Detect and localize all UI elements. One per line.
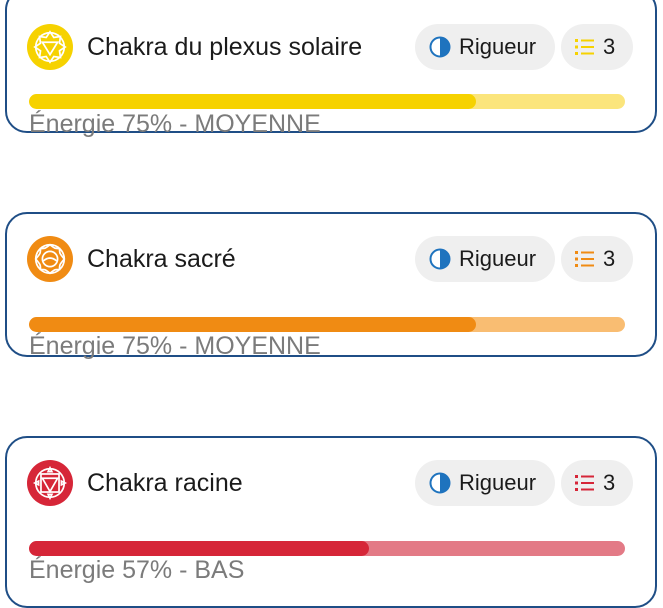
rigor-label: Rigueur [459, 470, 537, 495]
list-count: 3 [603, 34, 616, 59]
energy-status: Énergie 75% - MOYENNE [29, 110, 321, 138]
card-header: Chakra du plexus solaire Rigueur 3 [27, 23, 633, 71]
energy-status: Énergie 75% - MOYENNE [29, 332, 321, 360]
rigor-button[interactable]: Rigueur [415, 236, 555, 282]
card-title: Chakra sacré [87, 244, 236, 273]
list-icon [575, 475, 594, 491]
card-title: Chakra racine [87, 468, 243, 497]
energy-bar-fill [29, 541, 369, 556]
energy-bar [29, 94, 625, 109]
list-count: 3 [603, 246, 616, 271]
list-count: 3 [603, 470, 616, 495]
chakra-card-sacral[interactable]: Chakra sacré Rigueur 3 Énergie 75% - MOY… [5, 212, 657, 360]
chakra-card-root[interactable]: Chakra racine Rigueur 3 Énergie 57% - BA… [5, 436, 657, 608]
list-count-button[interactable]: 3 [561, 236, 633, 282]
rigor-label: Rigueur [459, 246, 537, 271]
half-circle-icon [429, 472, 451, 494]
energy-bar-fill [29, 94, 476, 109]
list-icon [575, 251, 594, 267]
card-title: Chakra du plexus solaire [87, 32, 363, 61]
sacral-chakra-icon [27, 236, 73, 282]
card-header: Chakra sacré Rigueur 3 [27, 235, 633, 283]
solar-plexus-chakra-icon [27, 24, 73, 70]
rigor-button[interactable]: Rigueur [415, 460, 555, 506]
card-header: Chakra racine Rigueur 3 [27, 459, 633, 507]
energy-bar [29, 541, 625, 556]
energy-bar-fill [29, 317, 476, 332]
rigor-button[interactable]: Rigueur [415, 24, 555, 70]
chakra-card-solar-plexus[interactable]: Chakra du plexus solaire Rigueur 3 Énerg… [5, 0, 657, 138]
root-chakra-icon [27, 460, 73, 506]
half-circle-icon [429, 248, 451, 270]
list-count-button[interactable]: 3 [561, 460, 633, 506]
rigor-label: Rigueur [459, 34, 537, 59]
energy-bar [29, 317, 625, 332]
list-icon [575, 39, 594, 55]
half-circle-icon [429, 36, 451, 58]
energy-status: Énergie 57% - BAS [29, 556, 245, 584]
list-count-button[interactable]: 3 [561, 24, 633, 70]
